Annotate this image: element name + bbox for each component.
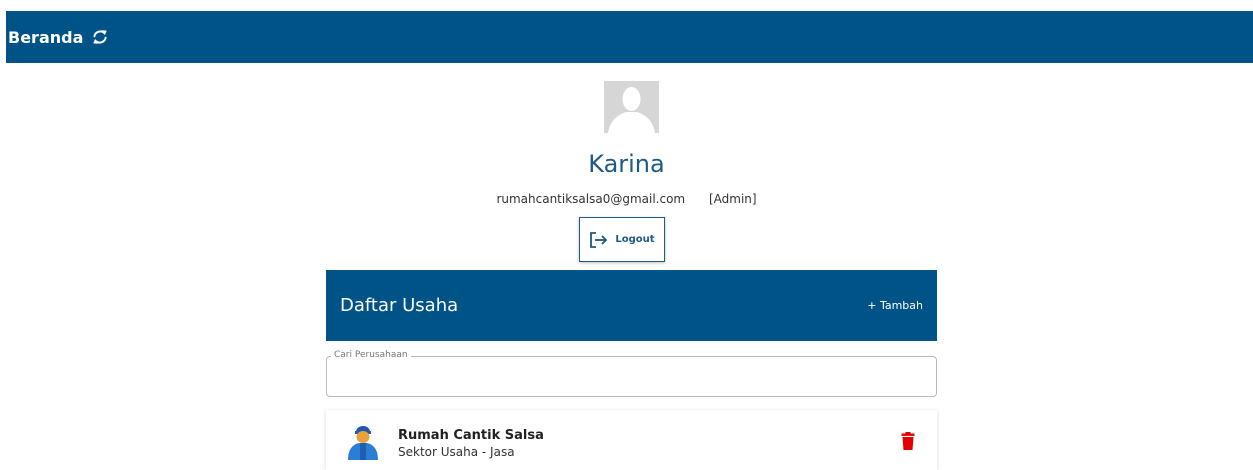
business-list-title: Daftar Usaha (340, 295, 459, 316)
logout-icon (590, 231, 608, 248)
business-sector: Sektor Usaha - Jasa (398, 445, 515, 459)
user-role: [Admin] (708, 192, 757, 206)
business-list-header: Daftar Usaha + Tambah (326, 270, 937, 341)
worker-icon (348, 426, 378, 460)
user-email: rumahcantiksalsa0@gmail.com (496, 192, 686, 206)
refresh-icon[interactable] (91, 28, 109, 46)
logout-button[interactable]: Logout (579, 217, 665, 262)
user-avatar (604, 81, 659, 133)
business-info: Rumah Cantik Salsa Sektor Usaha - Jasa (398, 420, 901, 459)
user-avatar-placeholder-icon (604, 81, 659, 133)
logout-label: Logout (615, 234, 655, 245)
business-name: Rumah Cantik Salsa (398, 428, 544, 443)
top-app-bar: Beranda (6, 11, 1253, 63)
search-company-label: Cari Perusahaan (331, 350, 411, 360)
page-title: Beranda (8, 27, 84, 47)
add-business-button[interactable]: + Tambah (867, 299, 923, 312)
business-list-item[interactable]: Rumah Cantik Salsa Sektor Usaha - Jasa (326, 410, 937, 470)
search-company-input[interactable] (327, 357, 936, 396)
user-name: Karina (588, 150, 665, 178)
search-company-field: Cari Perusahaan (326, 350, 937, 397)
user-contact: rumahcantiksalsa0@gmail.com [Admin] (0, 192, 1253, 206)
trash-icon[interactable] (901, 432, 915, 450)
